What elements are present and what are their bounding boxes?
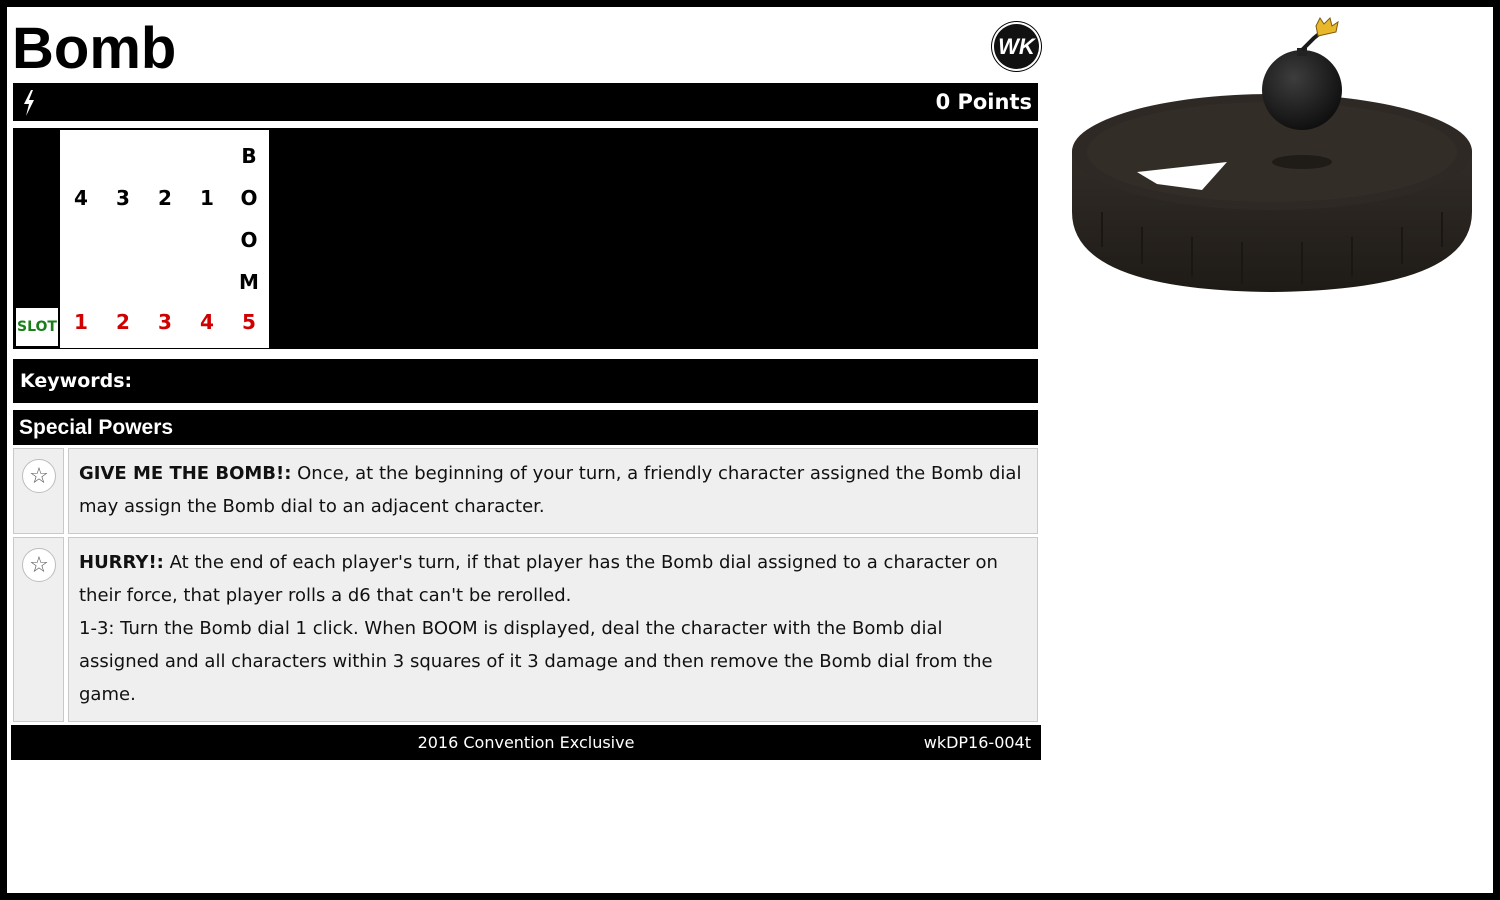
power-name: HURRY!: [79, 552, 164, 573]
click-number[interactable]: 1 [66, 310, 96, 334]
dial-cell: 4 [74, 186, 88, 210]
point-value: 0 Points [935, 90, 1032, 114]
special-powers-header: Special Powers [13, 410, 1038, 445]
click-number[interactable]: 5 [234, 310, 264, 334]
character-name: Bomb [12, 16, 177, 81]
dial-cell: O [240, 228, 258, 252]
power-icon-cell: ☆ [13, 537, 64, 722]
power-description-roll: 1-3: Turn the Bomb dial 1 click. When BO… [79, 618, 993, 705]
lightning-bolt-icon [24, 90, 34, 116]
power-text: HURRY!: At the end of each player's turn… [68, 537, 1038, 722]
click-number[interactable]: 2 [108, 310, 138, 334]
keywords-label: Keywords: [20, 370, 133, 392]
power-text: GIVE ME THE BOMB!: Once, at the beginnin… [68, 448, 1038, 534]
click-number[interactable]: 4 [192, 310, 222, 334]
set-name: 2016 Convention Exclusive [417, 733, 635, 752]
footer-bar: 2016 Convention Exclusive wkDP16-004t [11, 725, 1041, 760]
bomb-figure-image [1072, 17, 1472, 292]
card-page: Bomb WK 0 Points B 4 3 2 1 O O M 1 2 3 4… [7, 7, 1493, 893]
dial-window: B 4 3 2 1 O O M 1 2 3 4 5 [60, 130, 269, 348]
power-name: GIVE ME THE BOMB!: [79, 463, 292, 484]
star-icon: ☆ [22, 548, 56, 582]
special-powers-label: Special Powers [19, 416, 174, 439]
collector-code: wkDP16-004t [923, 733, 1031, 752]
dial-cell: 3 [116, 186, 130, 210]
star-icon: ☆ [22, 459, 56, 493]
click-number[interactable]: 3 [150, 310, 180, 334]
dial-cell: 2 [158, 186, 172, 210]
power-description: At the end of each player's turn, if tha… [79, 552, 998, 606]
wizkids-logo: WK [992, 22, 1041, 71]
keywords-bar: Keywords: [13, 359, 1038, 403]
power-icon-cell: ☆ [13, 448, 64, 534]
dial-cell: O [240, 186, 258, 210]
power-row: ☆ GIVE ME THE BOMB!: Once, at the beginn… [13, 448, 1038, 534]
power-row: ☆ HURRY!: At the end of each player's tu… [13, 537, 1038, 722]
points-bar: 0 Points [13, 83, 1038, 121]
dial-cell: 1 [200, 186, 214, 210]
dial-cell: B [241, 144, 257, 168]
slot-label: SLOT [16, 308, 58, 346]
combat-dial: B 4 3 2 1 O O M 1 2 3 4 5 SLOT [13, 128, 1038, 349]
dial-cell: M [239, 270, 259, 294]
